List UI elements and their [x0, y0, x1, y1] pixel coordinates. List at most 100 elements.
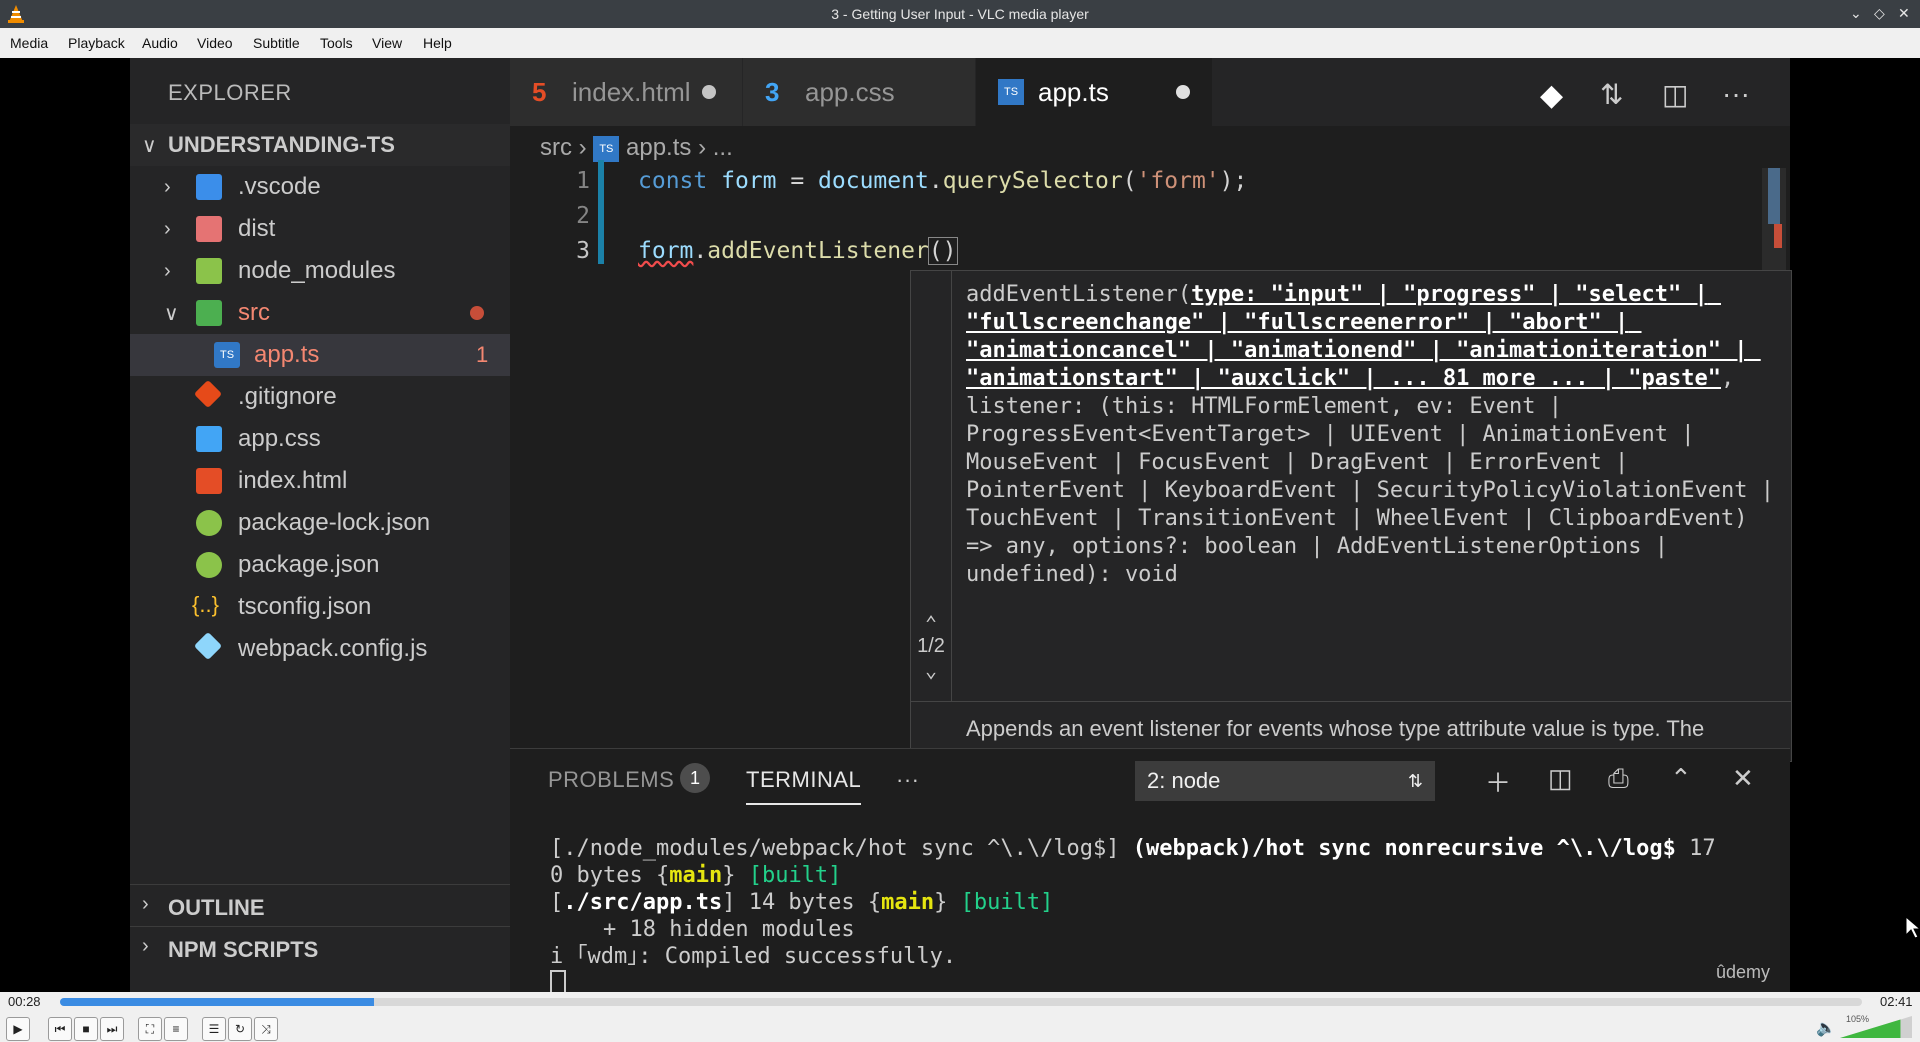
video-frame[interactable]: EXPLORER ∨ UNDERSTANDING-TS › .vscode › …	[0, 58, 1920, 992]
menu-media[interactable]: Media	[10, 35, 48, 51]
tree-item-label: app.css	[238, 425, 321, 452]
git-icon	[193, 379, 223, 409]
split-terminal-icon[interactable]: ◫	[1548, 763, 1573, 794]
vscode-folder-icon	[196, 174, 222, 200]
close-icon[interactable]: ✕	[1898, 5, 1910, 22]
terminal-output[interactable]: [./node_modules/webpack/hot sync ^\.\/lo…	[550, 835, 1716, 992]
window-titlebar: 3 - Getting User Input - VLC media playe…	[0, 0, 1920, 28]
terminal-select[interactable]: 2: node ⇅	[1135, 761, 1435, 801]
player-controls: 00:28 02:41 ▶ ⏮ ■ ⏭ ⛶ ≡ ☰ ↻ ⤨ 🔈 105%	[0, 992, 1920, 1042]
tree-item-label: package.json	[238, 551, 380, 578]
restore-icon[interactable]: ◇	[1874, 5, 1885, 22]
tab-label: index.html	[572, 76, 691, 107]
dist-folder-icon	[196, 216, 222, 242]
menu-playback[interactable]: Playback	[68, 35, 125, 51]
typescript-file-icon: TS	[214, 342, 240, 368]
breadcrumb: src › TS app.ts › ...	[540, 134, 733, 162]
css-file-icon	[196, 426, 222, 452]
stop-button[interactable]: ■	[74, 1017, 98, 1041]
speaker-icon[interactable]: 🔈	[1816, 1018, 1836, 1038]
tree-item-label: dist	[238, 215, 276, 242]
chevron-up-icon[interactable]: ⌃	[911, 611, 951, 635]
outline-section: › OUTLINE	[130, 884, 510, 927]
tree-item-label: tsconfig.json	[238, 593, 372, 620]
tab-index-html: 5 index.html	[510, 58, 743, 126]
overload-navigation: ⌃ 1/2 ⌄	[911, 611, 951, 682]
minimize-icon[interactable]: ⌄	[1850, 5, 1862, 22]
git-diamond-icon: ◆	[1540, 79, 1564, 112]
webpack-icon	[193, 631, 223, 661]
node-folder-icon	[196, 258, 222, 284]
terminal-select-value: 2: node	[1147, 768, 1221, 793]
new-terminal-icon[interactable]: ＋	[1485, 763, 1511, 800]
tab-terminal[interactable]: TERMINAL	[746, 767, 862, 805]
tree-item-label: app.ts	[254, 341, 320, 368]
editor-area: 5 index.html 3 app.css TS app.ts ◆ ⇅ ◫ ·…	[510, 58, 1792, 992]
playlist-button[interactable]: ☰	[202, 1017, 226, 1041]
shuffle-button[interactable]: ⤨	[254, 1017, 278, 1041]
tree-item-label: index.html	[238, 467, 348, 494]
code-line-1: const form = document.querySelector('for…	[638, 168, 1248, 194]
more-tabs-icon[interactable]: ···	[896, 767, 919, 793]
typescript-file-icon: TS	[593, 135, 620, 162]
play-button[interactable]: ▶	[6, 1017, 30, 1041]
menu-help[interactable]: Help	[423, 35, 452, 51]
tree-item-package-lock: package-lock.json	[130, 502, 510, 544]
tree-item-webpack-config: webpack.config.js	[130, 628, 510, 670]
more-actions-icon: ···	[1722, 78, 1750, 109]
tree-item-tsconfig: {..} tsconfig.json	[130, 586, 510, 628]
udemy-watermark: ûdemy	[1715, 962, 1770, 982]
hint-separator	[911, 701, 1791, 702]
chevron-right-icon: ›	[698, 134, 713, 161]
error-marker	[1774, 224, 1782, 248]
fullscreen-button[interactable]: ⛶	[138, 1017, 162, 1041]
unsaved-dot-icon	[1176, 85, 1190, 99]
tab-label: app.css	[805, 76, 895, 107]
next-button[interactable]: ⏭	[100, 1017, 124, 1041]
project-name: UNDERSTANDING-TS	[168, 132, 395, 157]
breadcrumb-file: app.ts	[626, 134, 692, 161]
seek-bar[interactable]	[60, 998, 1862, 1006]
close-panel-icon[interactable]: ✕	[1732, 763, 1754, 794]
tree-item-node-modules: › node_modules	[130, 250, 510, 292]
breadcrumb-folder: src	[540, 134, 572, 161]
nodejs-icon	[196, 552, 222, 578]
typescript-file-icon: TS	[998, 79, 1024, 105]
loop-button[interactable]: ↻	[228, 1017, 252, 1041]
trash-icon[interactable]: ⎙	[1608, 763, 1629, 795]
code-line-3: form.addEventListener()	[638, 237, 958, 265]
tab-app-ts: TS app.ts	[976, 58, 1213, 126]
menu-view[interactable]: View	[372, 35, 402, 51]
tree-item-label: .vscode	[238, 173, 321, 200]
outline-label: OUTLINE	[168, 895, 265, 920]
tab-problems[interactable]: PROBLEMS	[548, 767, 674, 793]
extended-settings-button[interactable]: ≡	[164, 1017, 188, 1041]
tree-item-app-css: app.css	[130, 418, 510, 460]
previous-button[interactable]: ⏮	[48, 1017, 72, 1041]
chevron-right-icon: ›	[142, 935, 149, 957]
maximize-panel-icon[interactable]: ⌃	[1670, 763, 1692, 794]
menu-subtitle[interactable]: Subtitle	[253, 35, 300, 51]
volume-level: 105%	[1846, 1014, 1870, 1024]
npm-scripts-section: › NPM SCRIPTS	[130, 926, 510, 969]
chevron-down-icon[interactable]: ⌄	[911, 658, 951, 682]
explorer-header: EXPLORER	[168, 80, 292, 105]
chevron-right-icon: ›	[578, 134, 594, 161]
documentation-text: Appends an event listener for events who…	[966, 716, 1705, 741]
tree-item-gitignore: .gitignore	[130, 376, 510, 418]
tab-label: app.ts	[1038, 76, 1109, 107]
chevron-right-icon: ›	[142, 893, 149, 915]
window-title: 3 - Getting User Input - VLC media playe…	[831, 6, 1089, 22]
mouse-cursor-icon	[1905, 916, 1920, 939]
menu-bar: Media Playback Audio Video Subtitle Tool…	[0, 28, 1920, 59]
scrollbar-thumb[interactable]	[1768, 168, 1780, 224]
compare-changes-icon: ⇅	[1600, 79, 1624, 110]
problems-count-badge: 1	[680, 763, 710, 793]
chevron-down-icon: ∨	[142, 134, 157, 157]
menu-audio[interactable]: Audio	[142, 35, 178, 51]
tab-app-css: 3 app.css	[743, 58, 976, 126]
html5-icon: 5	[532, 76, 547, 107]
menu-video[interactable]: Video	[197, 35, 233, 51]
menu-tools[interactable]: Tools	[320, 35, 353, 51]
line-number: 1	[576, 168, 590, 194]
